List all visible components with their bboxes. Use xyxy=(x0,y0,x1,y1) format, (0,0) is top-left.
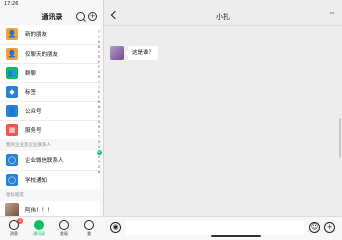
service-account-icon: ▦ xyxy=(6,124,18,136)
alphabet-letter-label: T xyxy=(97,135,101,139)
sender-avatar[interactable] xyxy=(110,46,124,60)
wecom-contacts-icon: ◯ xyxy=(6,154,18,166)
chat-title: 小扎 xyxy=(216,13,230,21)
alphabet-letter[interactable]: # xyxy=(96,170,102,175)
tab-message[interactable]: 1 消息 xyxy=(2,218,26,237)
contacts-list-item[interactable]: ▦ 服务号 xyxy=(0,120,100,139)
tag-icon: ◆ xyxy=(6,86,18,98)
alphabet-letter-label: D xyxy=(97,55,101,59)
voice-icon[interactable]: ◉ xyxy=(110,222,121,233)
tab-me[interactable]: 我 xyxy=(77,220,101,237)
school-notice-icon: ◯ xyxy=(6,174,18,186)
alphabet-letter-label: U xyxy=(97,140,101,144)
alphabet-letter-label: H xyxy=(97,75,101,79)
home-indicator xyxy=(211,235,261,237)
contacts-list-item[interactable]: ◯ 学校通知 xyxy=(0,170,100,189)
list-item-label: 群聊 xyxy=(25,71,37,77)
list-item-label: 仅聊天的朋友 xyxy=(25,52,59,58)
alphabet-letter-label: E xyxy=(97,60,101,64)
more-actions-icon[interactable]: + xyxy=(324,222,335,233)
alphabet-letter-label: F xyxy=(98,65,100,69)
alphabet-letter-label: K xyxy=(97,90,101,94)
contacts-list-item[interactable]: ◯ 企业微信联系人 xyxy=(0,151,100,170)
alphabet-letter-label: G xyxy=(97,70,101,74)
list-item-label: 学校通知 xyxy=(25,178,48,184)
me-icon xyxy=(84,220,94,230)
tab-label: 发现 xyxy=(60,231,68,236)
list-item-label: 企业微信联系人 xyxy=(25,158,64,164)
alphabet-letter-label: # xyxy=(97,170,101,174)
alphabet-letter-label: J xyxy=(98,85,100,89)
discover-icon xyxy=(59,220,69,230)
list-item-label: 新的朋友 xyxy=(25,32,48,38)
alphabet-letter-label: C xyxy=(97,50,101,54)
alphabet-letter-label: Z xyxy=(97,165,101,169)
message-bubble[interactable]: 这是谁？ xyxy=(124,46,159,60)
group-chat-icon: 👥 xyxy=(6,67,18,79)
message-input[interactable] xyxy=(126,221,304,235)
alphabet-letter-label: N xyxy=(97,105,101,109)
chat-panel: 小扎 ··· 这是谁？ ◉ ☺ + xyxy=(104,0,342,240)
alphabet-letter-label: V xyxy=(97,145,101,149)
contacts-list-item[interactable]: 👥 群聊 xyxy=(0,63,100,82)
tab-bar: 1 消息通讯录 发现 我 xyxy=(0,216,104,240)
contacts-list: 👤 新的朋友 👤 仅聊天的朋友 👥 群聊 ◆ 标签 👤 公众号 ▦ 服务号 我的企业及企业联系人 ◯ 企… xyxy=(0,25,100,220)
alphabet-letter-label: R xyxy=(97,125,101,129)
section-starred: 星标朋友 xyxy=(0,189,100,201)
contacts-list-item[interactable]: ◆ 标签 xyxy=(0,82,100,101)
alphabet-letter-label: I xyxy=(98,80,100,84)
list-item-label: 服务号 xyxy=(25,128,42,134)
tab-label: 我 xyxy=(87,231,91,236)
contacts-list-item[interactable]: 👤 新的朋友 xyxy=(0,25,100,44)
app-window: 17:26 通讯录 + 👤 新的朋友 👤 仅聊天的朋友 👥 群聊 ◆ 标签 👤 公众号 ▦ 服务号 我… xyxy=(0,0,342,240)
tab-discover[interactable]: 发现 xyxy=(52,220,76,237)
contact-avatar xyxy=(5,203,19,217)
section-work-contacts: 我的企业及企业联系人 xyxy=(0,139,100,151)
message-icon xyxy=(9,220,19,230)
alphabet-letter-label: ↑ xyxy=(97,30,101,34)
status-time: 17:26 xyxy=(4,1,19,7)
alphabet-letter-label: Y xyxy=(97,160,101,164)
contacts-icon xyxy=(34,220,44,230)
more-icon[interactable]: ··· xyxy=(329,9,335,18)
tab-label: 通讯录 xyxy=(33,231,45,236)
header-divider xyxy=(104,25,342,26)
emoji-icon[interactable]: ☺ xyxy=(309,222,320,233)
alphabet-index[interactable]: ↑ ☆ A B C D E F G H I J K L M N O P Q R S T U V W X Y Z # xyxy=(96,30,102,175)
alphabet-letter-label: ☆ xyxy=(97,35,101,39)
contacts-list-item[interactable]: 👤 仅聊天的朋友 xyxy=(0,44,100,63)
alphabet-letter-label: B xyxy=(97,45,101,49)
alphabet-letter-label: Q xyxy=(97,120,101,124)
alphabet-letter-label: A xyxy=(97,40,101,44)
alphabet-letter-label: P xyxy=(97,115,101,119)
alphabet-letter-label: S xyxy=(97,130,101,134)
list-item-label: 标签 xyxy=(25,90,37,96)
tab-contacts[interactable]: 通讯录 xyxy=(27,220,51,237)
alphabet-letter-label: X xyxy=(97,155,101,159)
alphabet-letter-label: M xyxy=(97,100,101,104)
search-icon[interactable] xyxy=(76,12,85,21)
alphabet-letter-label: L xyxy=(98,95,100,99)
add-friend-icon: 👤 xyxy=(6,28,18,40)
add-icon[interactable]: + xyxy=(88,12,97,21)
official-account-icon: 👤 xyxy=(6,105,18,117)
contacts-list-item[interactable]: 👤 公众号 xyxy=(0,101,100,120)
list-item-label: 公众号 xyxy=(25,109,42,115)
contact-name: 阿伟！！！ xyxy=(25,208,53,214)
scrollbar[interactable] xyxy=(339,118,341,158)
alphabet-letter-label: O xyxy=(97,110,101,114)
chat-only-friend-icon: 👤 xyxy=(6,48,18,60)
tab-label: 消息 xyxy=(10,231,18,236)
contacts-panel: 17:26 通讯录 + 👤 新的朋友 👤 仅聊天的朋友 👥 群聊 ◆ 标签 👤 公众号 ▦ 服务号 我… xyxy=(0,0,104,240)
